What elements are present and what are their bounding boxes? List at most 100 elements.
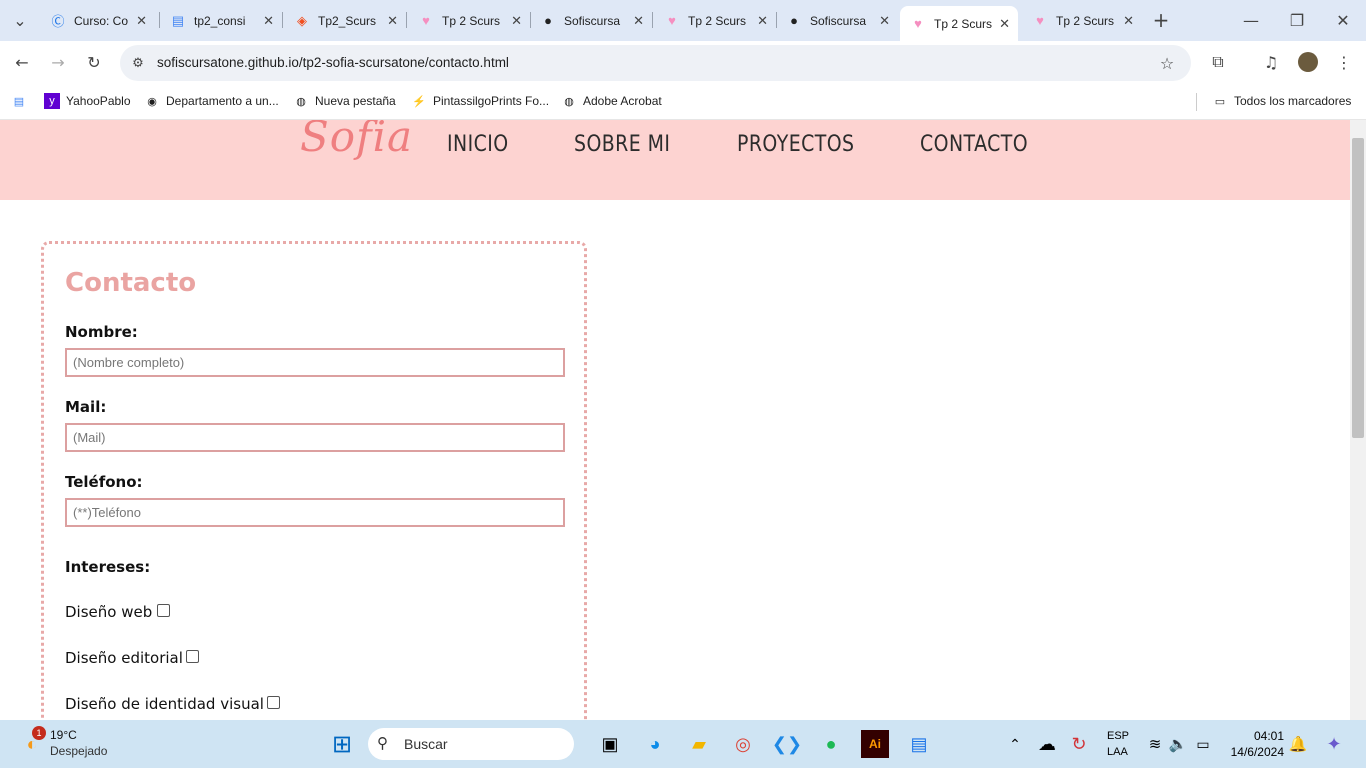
tab-5[interactable]: ● Sofiscursa ✕ bbox=[530, 6, 652, 35]
vscode-icon[interactable]: ❮❯ bbox=[772, 730, 802, 758]
heart-icon: ♥ bbox=[1036, 13, 1044, 28]
back-icon[interactable]: ← bbox=[11, 51, 33, 73]
mail-input[interactable]: (Mail) bbox=[65, 423, 565, 452]
tab-6[interactable]: ♥ Tp 2 Scurs ✕ bbox=[654, 6, 776, 35]
tab-3[interactable]: ◈ Tp2_Scurs ✕ bbox=[284, 6, 406, 35]
chrome-icon[interactable]: ◎ bbox=[729, 730, 757, 758]
close-window-icon[interactable]: ✕ bbox=[1332, 9, 1354, 31]
name-label: Nombre: bbox=[65, 323, 138, 341]
page-scrollbar[interactable] bbox=[1350, 120, 1366, 720]
apps-bookmark[interactable]: ▤ bbox=[11, 93, 33, 109]
taskbar-search[interactable]: ⚲ Buscar bbox=[368, 728, 574, 760]
onedrive-icon[interactable]: ☁ bbox=[1033, 730, 1061, 758]
notification-bell-icon[interactable]: 🔔 bbox=[1284, 730, 1312, 758]
docs-icon: ▤ bbox=[13, 95, 25, 108]
tab-4[interactable]: ♥ Tp 2 Scurs ✕ bbox=[408, 6, 530, 35]
reload-icon[interactable]: ↻ bbox=[83, 51, 105, 73]
windows-taskbar: ◐ 1 19°C Despejado ⊞ ⚲ Buscar ▣ ◕ ▰ ◎ ❮❯… bbox=[0, 720, 1366, 768]
close-icon[interactable]: ✕ bbox=[387, 13, 398, 29]
extensions-icon[interactable]: ⧉ bbox=[1207, 51, 1229, 73]
bookmark-nueva-pestana[interactable]: ◍ Nueva pestaña bbox=[293, 93, 396, 109]
menu-icon[interactable]: ⋮ bbox=[1333, 51, 1355, 73]
sync-icon[interactable]: ↻ bbox=[1065, 730, 1093, 758]
interest-editorial-checkbox[interactable] bbox=[185, 649, 199, 663]
course-icon: Ⓒ bbox=[51, 14, 65, 29]
bookmark-star-icon[interactable]: ☆ bbox=[1156, 52, 1178, 74]
address-bar[interactable]: ⚙ sofiscursatone.github.io/tp2-sofia-scu… bbox=[120, 45, 1191, 81]
close-icon[interactable]: ✕ bbox=[136, 13, 147, 29]
phone-input[interactable]: (**)Teléfono bbox=[65, 498, 565, 527]
url-text[interactable]: sofiscursatone.github.io/tp2-sofia-scurs… bbox=[157, 55, 509, 70]
nav-proyectos[interactable]: PROYECTOS bbox=[737, 132, 854, 157]
bolt-icon: ⚡ bbox=[412, 95, 426, 108]
file-explorer-icon[interactable]: ▰ bbox=[685, 730, 713, 758]
heart-icon: ♥ bbox=[914, 16, 922, 31]
nav-inicio[interactable]: INICIO bbox=[447, 132, 509, 157]
close-icon[interactable]: ✕ bbox=[511, 13, 522, 29]
copilot-icon[interactable]: ✦ bbox=[1320, 730, 1348, 758]
close-icon[interactable]: ✕ bbox=[999, 16, 1010, 32]
heart-icon: ♥ bbox=[668, 13, 676, 28]
restore-icon[interactable]: ❐ bbox=[1286, 9, 1308, 31]
page-viewport: Sofia INICIO SOBRE MI PROYECTOS CONTACTO… bbox=[0, 120, 1350, 720]
illustrator-icon[interactable]: Ai bbox=[861, 730, 889, 758]
spotify-icon[interactable]: ● bbox=[817, 730, 845, 758]
lang-top[interactable]: ESP bbox=[1107, 730, 1129, 742]
bookmark-departamento[interactable]: ◉ Departamento a un... bbox=[144, 93, 279, 109]
contact-form: Contacto Nombre: (Nombre completo) Mail:… bbox=[41, 241, 587, 720]
edge-icon[interactable]: ◕ bbox=[641, 730, 669, 758]
windows-start-icon[interactable]: ⊞ bbox=[328, 730, 356, 758]
all-bookmarks[interactable]: ▭ Todos los marcadores bbox=[1212, 93, 1352, 109]
weather-badge: 1 bbox=[32, 726, 46, 740]
clock-date[interactable]: 14/6/2024 bbox=[1200, 745, 1284, 759]
eye-icon: ◉ bbox=[147, 95, 157, 108]
site-info-icon[interactable]: ⚙ bbox=[127, 52, 149, 74]
close-icon[interactable]: ✕ bbox=[633, 13, 644, 29]
close-icon[interactable]: ✕ bbox=[263, 13, 274, 29]
chevron-up-icon[interactable]: ⌃ bbox=[1001, 730, 1029, 758]
task-view-icon[interactable]: ▣ bbox=[596, 730, 624, 758]
minimize-icon[interactable]: — bbox=[1240, 9, 1262, 31]
clock-time[interactable]: 04:01 bbox=[1226, 729, 1284, 743]
tab-7[interactable]: ● Sofiscursa ✕ bbox=[776, 6, 898, 35]
volume-muted-icon[interactable]: 🔈 bbox=[1164, 730, 1192, 758]
close-icon[interactable]: ✕ bbox=[757, 13, 768, 29]
forward-icon[interactable]: → bbox=[47, 51, 69, 73]
nav-contacto[interactable]: CONTACTO bbox=[920, 132, 1028, 157]
profile-avatar[interactable] bbox=[1297, 51, 1319, 73]
bookmarks-bar: ▤ y YahooPablo ◉ Departamento a un... ◍ Nue… bbox=[0, 85, 1366, 120]
tab-1[interactable]: Ⓒ Curso: Co ✕ bbox=[40, 6, 155, 35]
globe-icon: ◍ bbox=[564, 95, 574, 108]
search-icon: ⚲ bbox=[377, 735, 388, 752]
interest-web-checkbox[interactable] bbox=[157, 603, 171, 617]
name-input[interactable]: (Nombre completo) bbox=[65, 348, 565, 377]
tab-active[interactable]: ♥ Tp 2 Scurs ✕ bbox=[900, 6, 1018, 41]
bookmark-pintassilgo[interactable]: ⚡ PintassilgoPrints Fo... bbox=[411, 93, 549, 109]
bookmark-yahoo[interactable]: y YahooPablo bbox=[44, 93, 131, 109]
tab-9[interactable]: ♥ Tp 2 Scurs ✕ bbox=[1022, 6, 1142, 35]
close-icon[interactable]: ✕ bbox=[1123, 13, 1134, 29]
interest-identidad-checkbox[interactable] bbox=[266, 695, 280, 709]
lang-bottom[interactable]: LAA bbox=[1107, 746, 1128, 758]
docs-icon: ▤ bbox=[171, 12, 185, 28]
bookmark-acrobat[interactable]: ◍ Adobe Acrobat bbox=[561, 93, 662, 109]
nav-sobre-mi[interactable]: SOBRE MI bbox=[574, 132, 670, 157]
media-icon[interactable]: ♫ bbox=[1260, 51, 1282, 73]
browser-toolbar: ← → ↻ ⚙ sofiscursatone.github.io/tp2-sof… bbox=[0, 41, 1366, 85]
globe-icon: ◍ bbox=[296, 95, 306, 108]
close-icon[interactable]: ✕ bbox=[879, 13, 890, 29]
new-tab-icon[interactable]: + bbox=[1150, 8, 1172, 32]
scrollbar-thumb[interactable] bbox=[1352, 138, 1364, 438]
tab-2[interactable]: ▤ tp2_consi ✕ bbox=[160, 6, 282, 35]
tab-search-icon[interactable]: ⌄ bbox=[9, 9, 31, 31]
notepad-icon[interactable]: ▤ bbox=[905, 730, 933, 758]
interest-editorial: Diseño editorial bbox=[65, 649, 199, 667]
github-icon: ● bbox=[544, 13, 552, 28]
site-header: Sofia INICIO SOBRE MI PROYECTOS CONTACTO bbox=[0, 120, 1350, 200]
site-logo[interactable]: Sofia bbox=[300, 120, 413, 161]
weather-desc[interactable]: Despejado bbox=[50, 744, 107, 758]
heart-icon: ♥ bbox=[422, 13, 430, 28]
weather-temp[interactable]: 19°C bbox=[50, 728, 77, 742]
form-title: Contacto bbox=[65, 268, 197, 298]
phone-label: Teléfono: bbox=[65, 473, 143, 491]
